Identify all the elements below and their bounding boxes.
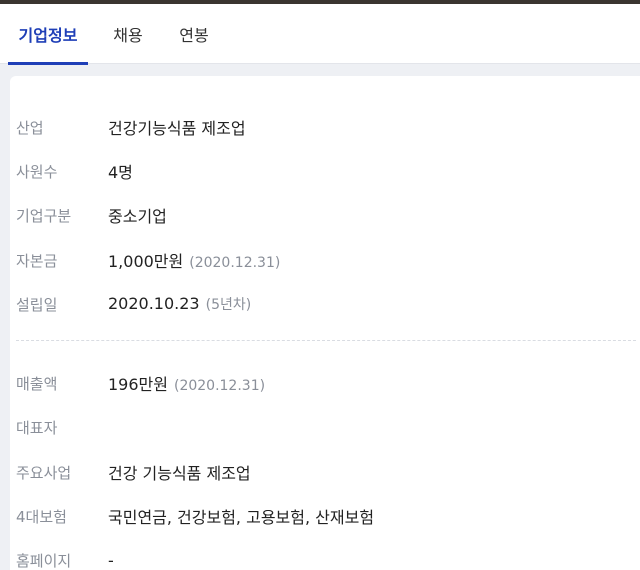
- homepage-label: 홈페이지: [16, 551, 72, 570]
- section-divider: [16, 340, 636, 341]
- capital-label: 자본금: [16, 251, 58, 270]
- info-row-industry: 산업 건강기능식품 제조업: [10, 112, 640, 142]
- info-row-insurance: 4대보험 국민연금, 건강보험, 고용보험, 산재보험: [10, 501, 640, 531]
- tab-company-info[interactable]: 기업정보: [8, 4, 88, 65]
- info-row-capital: 자본금 1,000만원 (2020.12.31): [10, 245, 640, 275]
- info-row-employees: 사원수 4명: [10, 156, 640, 186]
- founded-value-group: 2020.10.23 (5년차): [108, 294, 251, 314]
- tab-salary[interactable]: 연봉: [168, 4, 220, 64]
- capital-value-group: 1,000만원 (2020.12.31): [108, 248, 280, 272]
- insurance-value: 국민연금, 건강보험, 고용보험, 산재보험: [108, 508, 375, 527]
- employees-value: 4명: [108, 163, 133, 182]
- info-row-revenue: 매출액 196만원 (2020.12.31): [10, 368, 640, 398]
- company-type-label: 기업구분: [16, 206, 72, 225]
- insurance-label: 4대보험: [16, 507, 67, 526]
- ceo-label: 대표자: [16, 418, 58, 437]
- employees-label: 사원수: [16, 162, 58, 181]
- revenue-value: 196만원: [108, 375, 168, 394]
- info-row-main-business: 주요사업 건강 기능식품 제조업: [10, 457, 640, 487]
- info-row-homepage: 홈페이지 -: [10, 545, 640, 570]
- capital-value: 1,000만원: [108, 252, 184, 271]
- revenue-date-note: (2020.12.31): [173, 378, 266, 394]
- founded-years-note: (5년차): [205, 297, 252, 313]
- capital-date-note: (2020.12.31): [189, 255, 281, 271]
- company-info-card: 산업 건강기능식품 제조업 사원수 4명 기업구분 중소기업 자본금 1,000…: [10, 76, 640, 570]
- info-row-company-type: 기업구분 중소기업: [10, 200, 640, 230]
- founded-label: 설립일: [16, 295, 58, 314]
- company-type-value: 중소기업: [108, 207, 167, 226]
- homepage-value: -: [108, 550, 114, 570]
- main-business-label: 주요사업: [16, 463, 72, 482]
- main-business-value: 건강 기능식품 제조업: [108, 464, 251, 483]
- info-row-founded: 설립일 2020.10.23 (5년차): [10, 289, 640, 319]
- industry-label: 산업: [16, 118, 44, 137]
- industry-value: 건강기능식품 제조업: [108, 119, 246, 138]
- tab-recruitment[interactable]: 채용: [102, 4, 154, 64]
- info-row-ceo: 대표자: [10, 412, 640, 442]
- revenue-value-group: 196만원 (2020.12.31): [108, 371, 265, 395]
- company-tabs: 기업정보 채용 연봉: [0, 4, 640, 65]
- founded-value: 2020.10.23: [108, 294, 200, 313]
- revenue-label: 매출액: [16, 374, 58, 393]
